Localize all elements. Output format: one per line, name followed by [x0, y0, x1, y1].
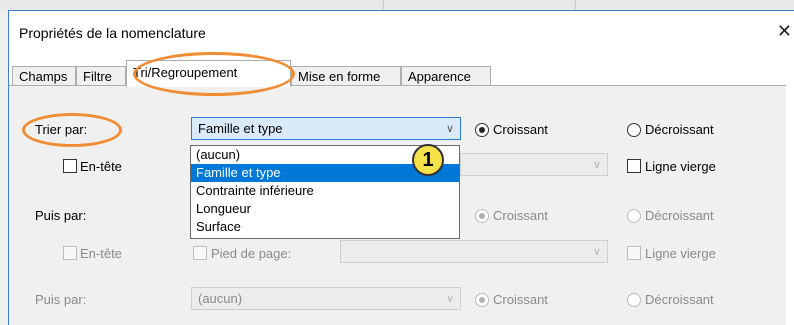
option-surface[interactable]: Surface [191, 218, 459, 236]
then-by-ascending-label: Croissant [493, 208, 548, 223]
then-by-header-checkbox[interactable] [63, 246, 77, 260]
sort-by-descending-radio[interactable] [627, 123, 641, 137]
then-by-header-label: En-tête [80, 246, 122, 261]
then-by-2-ascending-label: Croissant [493, 292, 548, 307]
footer-dropdown-partial[interactable]: ∨ [460, 153, 608, 176]
strip-divider [383, 0, 384, 10]
sort-by-ascending-radio[interactable] [475, 123, 489, 137]
footer-label: Pied de page: [211, 246, 292, 261]
close-icon[interactable]: ✕ [777, 21, 792, 42]
dialog-title: Propriétés de la nomenclature [19, 25, 206, 41]
then-by-2-ascending-radio[interactable] [475, 293, 489, 307]
sort-by-descending-label: Décroissant [645, 122, 714, 137]
header-checkbox-label: En-tête [80, 159, 122, 174]
blank-line-label: Ligne vierge [645, 159, 716, 174]
chevron-down-icon: ∨ [592, 159, 601, 171]
callout-number-badge: 1 [412, 144, 444, 176]
chevron-down-icon: ∨ [592, 246, 601, 258]
then-by-2-descending-label: Décroissant [645, 292, 714, 307]
footer-checkbox[interactable] [193, 246, 207, 260]
then-by-descending-label: Décroissant [645, 208, 714, 223]
background-window-strip [0, 0, 794, 10]
tab-highlight-circle [133, 52, 295, 96]
sort-by-value: Famille et type [198, 121, 283, 136]
tab-apparence[interactable]: Apparence [401, 66, 491, 86]
then-by-descending-radio[interactable] [627, 209, 641, 223]
tab-bar: Champs Filtre Tri/Regroupement Mise en f… [9, 60, 786, 87]
then-by-dropdown-2[interactable]: (aucun) ∨ [191, 287, 461, 310]
tab-champs[interactable]: Champs [12, 66, 76, 86]
then-by-blank-line-label: Ligne vierge [645, 246, 716, 261]
then-by-label-2: Puis par: [35, 292, 87, 307]
chevron-down-icon: ∨ [445, 293, 454, 305]
option-contrainte-inferieure[interactable]: Contrainte inférieure [191, 182, 459, 200]
footer-dropdown[interactable]: ∨ [340, 240, 608, 263]
then-by-label: Puis par: [35, 208, 87, 223]
sort-label-highlight-circle [22, 113, 122, 147]
then-by-value-2: (aucun) [198, 291, 243, 306]
then-by-ascending-radio[interactable] [475, 209, 489, 223]
blank-line-checkbox[interactable] [627, 159, 641, 173]
option-longueur[interactable]: Longueur [191, 200, 459, 218]
then-by-2-descending-radio[interactable] [627, 293, 641, 307]
chevron-down-icon: ∨ [445, 123, 454, 135]
then-by-blank-line-checkbox[interactable] [627, 246, 641, 260]
strip-divider [575, 0, 576, 10]
tab-filtre[interactable]: Filtre [76, 66, 126, 86]
tab-mise-en-forme[interactable]: Mise en forme [291, 66, 401, 86]
sort-by-dropdown[interactable]: Famille et type ∨ [191, 117, 461, 140]
sort-by-ascending-label: Croissant [493, 122, 548, 137]
header-checkbox[interactable] [63, 159, 77, 173]
